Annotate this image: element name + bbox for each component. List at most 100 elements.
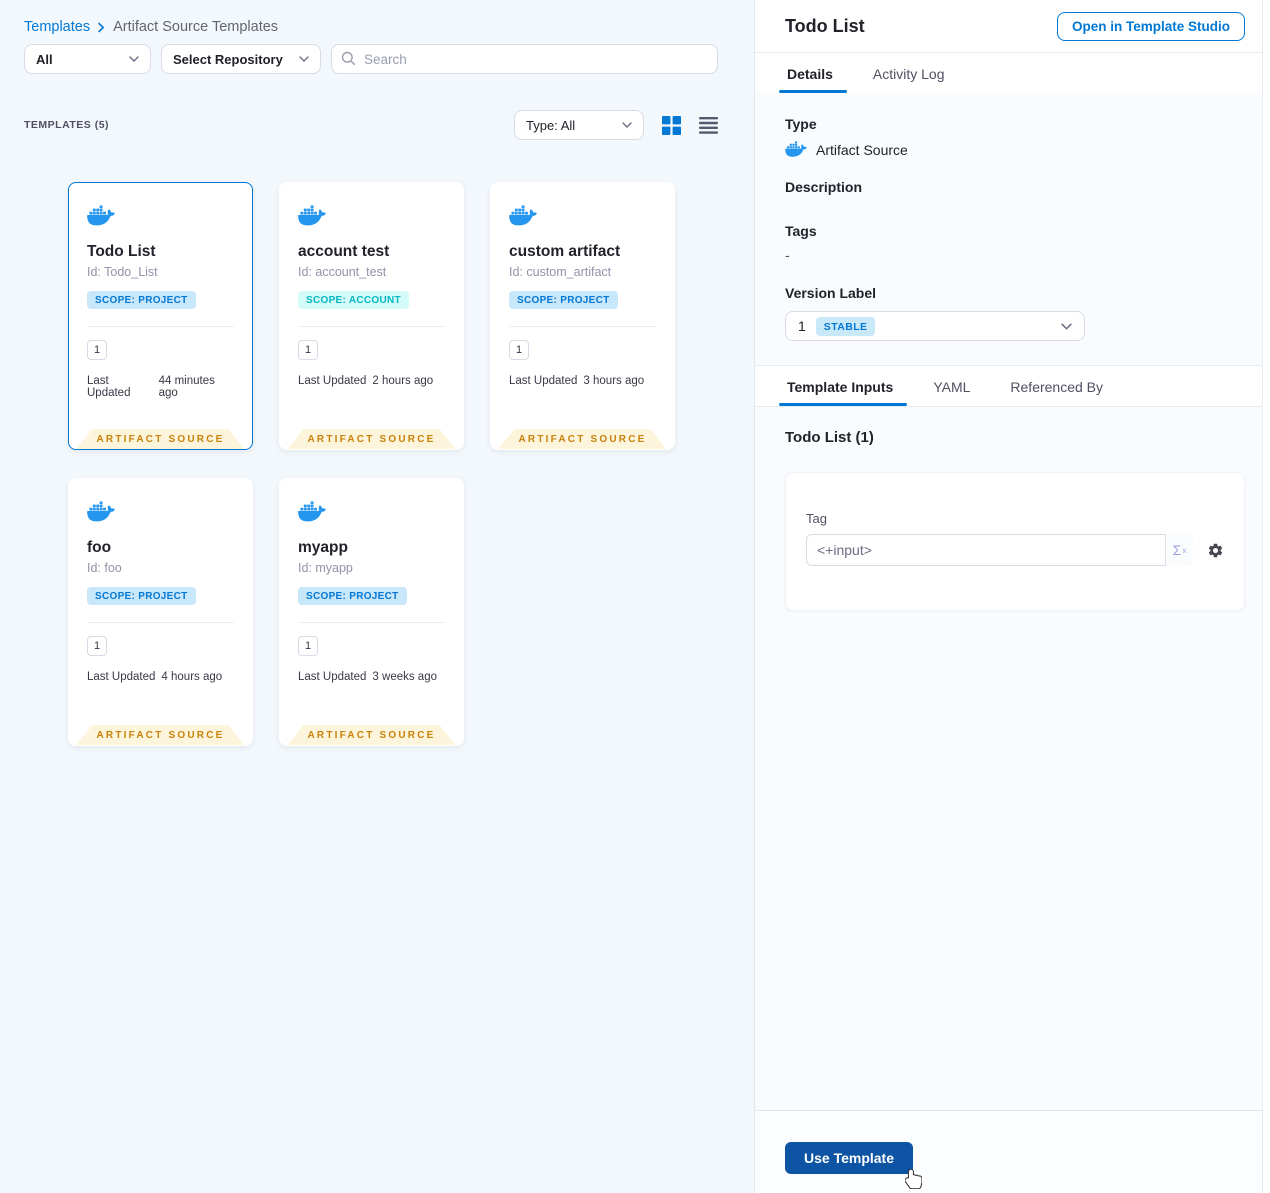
template-card-id: Id: Todo_List [87, 265, 158, 279]
scope-badge: SCOPE: PROJECT [298, 587, 407, 605]
docker-icon [298, 205, 326, 226]
card-divider [87, 622, 234, 623]
version-label: Version Label [785, 285, 877, 301]
docker-icon [87, 501, 115, 522]
tab-referenced-by[interactable]: Referenced By [1008, 366, 1105, 406]
tab-template-inputs[interactable]: Template Inputs [778, 366, 908, 406]
sigma-sup: x [1182, 545, 1187, 555]
list-view-icon[interactable] [699, 116, 718, 134]
last-updated-row: Last Updated 3 hours ago [509, 375, 656, 387]
type-filter-select[interactable]: Type: All [514, 110, 644, 140]
card-divider [298, 622, 445, 623]
last-updated-value: 3 hours ago [583, 375, 645, 387]
scope-badge: SCOPE: ACCOUNT [298, 291, 409, 309]
panel-header: Todo List Open in Template Studio [755, 0, 1270, 52]
template-card-id: Id: foo [87, 561, 122, 575]
template-card-title: custom artifact [509, 243, 621, 260]
template-card-title: myapp [298, 539, 348, 556]
scope-filter-select[interactable]: All [24, 44, 151, 74]
type-label: Type [785, 116, 817, 132]
scope-filter-value: All [36, 51, 53, 67]
template-card-account-test[interactable]: account test Id: account_test SCOPE: ACC… [279, 182, 464, 450]
version-count-chip: 1 [87, 636, 107, 656]
scope-badge: SCOPE: PROJECT [87, 587, 196, 605]
artifact-source-ribbon: ARTIFACT SOURCE [499, 429, 667, 449]
breadcrumb-templates-link[interactable]: Templates [24, 18, 90, 36]
settings-gear-icon[interactable] [1207, 542, 1224, 559]
repository-filter-select[interactable]: Select Repository [161, 44, 321, 74]
expression-sigma-icon[interactable]: Σx [1165, 534, 1193, 566]
template-card-todo-list[interactable]: Todo List Id: Todo_List SCOPE: PROJECT 1… [68, 182, 253, 450]
open-in-template-studio-button[interactable]: Open in Template Studio [1056, 12, 1245, 41]
repository-filter-value: Select Repository [173, 51, 283, 67]
version-select[interactable]: 1 STABLE [785, 311, 1085, 341]
artifact-source-ribbon: ARTIFACT SOURCE [288, 725, 456, 745]
card-divider [87, 326, 234, 327]
type-value: Artifact Source [816, 141, 908, 158]
templates-list-panel: Templates Artifact Source Templates All … [0, 0, 755, 1193]
docker-icon [298, 501, 326, 522]
breadcrumb-current: Artifact Source Templates [113, 19, 279, 35]
inputs-heading: Todo List (1) [785, 429, 874, 446]
artifact-source-ribbon: ARTIFACT SOURCE [288, 429, 456, 449]
last-updated-label: Last Updated [509, 375, 578, 387]
template-card-id: Id: custom_artifact [509, 265, 612, 279]
template-details-panel: Todo List Open in Template Studio Detail… [755, 0, 1270, 1193]
templates-count: TEMPLATES (5) [24, 119, 110, 131]
docker-icon [785, 141, 807, 157]
tab-details[interactable]: Details [779, 53, 847, 93]
tag-input[interactable] [806, 534, 1193, 566]
version-count-chip: 1 [298, 340, 318, 360]
search-box [331, 44, 718, 74]
template-card-custom-artifact[interactable]: custom artifact Id: custom_artifact SCOP… [490, 182, 675, 450]
scope-badge: SCOPE: PROJECT [87, 291, 196, 309]
card-divider [509, 326, 656, 327]
last-updated-value: 3 weeks ago [372, 671, 437, 683]
panel-tabs: Details Activity Log [755, 52, 1270, 93]
last-updated-label: Last Updated [87, 375, 131, 399]
breadcrumb: Templates Artifact Source Templates [0, 0, 754, 36]
template-card-id: Id: account_test [298, 265, 387, 279]
last-updated-label: Last Updated [298, 375, 367, 387]
tag-input-row: Σx [806, 534, 1224, 566]
last-updated-row: Last Updated 2 hours ago [298, 375, 445, 387]
tab-yaml[interactable]: YAML [931, 366, 972, 406]
grid-view-icon[interactable] [662, 115, 681, 135]
stable-badge: STABLE [815, 316, 876, 336]
docker-icon [509, 205, 537, 226]
last-updated-row: Last Updated 3 weeks ago [298, 671, 445, 683]
template-card-title: account test [298, 243, 390, 260]
app-root: Templates Artifact Source Templates All … [0, 0, 1270, 1193]
tab-activity-log[interactable]: Activity Log [871, 53, 947, 93]
tag-input-wrapper: Σx [806, 534, 1193, 566]
card-divider [298, 326, 445, 327]
chevron-down-icon [121, 56, 139, 62]
panel-title: Todo List [785, 16, 865, 36]
chevron-down-icon [291, 56, 309, 62]
search-input[interactable] [331, 44, 718, 74]
template-card-foo[interactable]: foo Id: foo SCOPE: PROJECT 1 Last Update… [68, 478, 253, 746]
template-inputs-section: Todo List (1) Tag Σx [755, 407, 1270, 1110]
last-updated-value: 2 hours ago [372, 375, 434, 387]
version-value: 1 [798, 318, 806, 334]
panel-footer: Use Template [755, 1110, 1270, 1193]
version-count-chip: 1 [87, 340, 107, 360]
chevron-down-icon [614, 122, 632, 128]
type-value-row: Artifact Source [785, 141, 1240, 158]
type-filter-value: Type: All [526, 117, 576, 133]
filter-row: All Select Repository [0, 44, 754, 74]
sigma-glyph: Σ [1172, 542, 1182, 558]
artifact-source-ribbon: ARTIFACT SOURCE [77, 429, 245, 449]
tags-label: Tags [785, 223, 817, 239]
last-updated-value: 44 minutes ago [158, 375, 215, 399]
use-template-button[interactable]: Use Template [785, 1142, 913, 1174]
details-section: Type Artifact Source Description Tags - … [755, 93, 1270, 365]
template-card-myapp[interactable]: myapp Id: myapp SCOPE: PROJECT 1 Last Up… [279, 478, 464, 746]
last-updated-value: 4 hours ago [161, 671, 223, 683]
templates-list-header: TEMPLATES (5) Type: All [0, 110, 754, 140]
description-label: Description [785, 179, 863, 195]
search-icon [341, 51, 356, 71]
last-updated-row: Last Updated 44 minutes ago [87, 375, 234, 399]
template-card-title: Todo List [87, 243, 156, 260]
inputs-card: Tag Σx [785, 472, 1245, 611]
